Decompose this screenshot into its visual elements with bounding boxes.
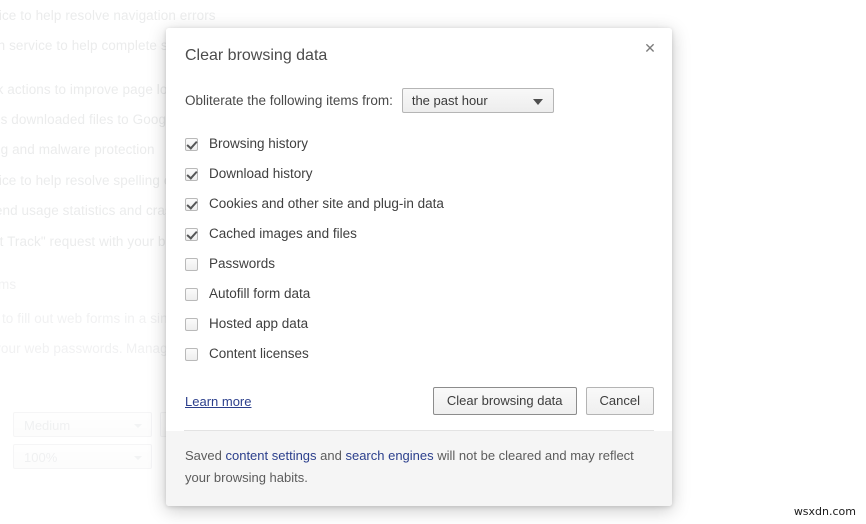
background-text-line: us downloaded files to Google (0, 112, 177, 127)
checkbox-label: Passwords (209, 256, 276, 271)
chevron-down-icon (532, 99, 543, 105)
checkbox-row[interactable]: Hosted app data (185, 309, 654, 339)
background-dropdown-value: 100% (24, 450, 58, 465)
chevron-down-icon (134, 456, 142, 460)
checkbox-checked-icon[interactable] (185, 167, 198, 181)
timeframe-selected-value: the past hour (411, 93, 488, 108)
checkbox-label: Hosted app data (209, 316, 309, 331)
checkbox-unchecked-icon[interactable] (185, 257, 198, 271)
checkbox-row[interactable]: Cached images and files (185, 219, 654, 249)
checkbox-unchecked-icon[interactable] (185, 347, 198, 361)
checkbox-label: Cached images and files (209, 226, 357, 241)
checkbox-row[interactable]: Cookies and other site and plug-in data (185, 189, 654, 219)
checkbox-checked-icon[interactable] (185, 227, 198, 241)
footer-note-part2: and (316, 448, 346, 463)
background-text-line: ng and malware protection (0, 142, 155, 157)
timeframe-label: Obliterate the following items from: (185, 93, 393, 108)
checkbox-row[interactable]: Browsing history (185, 129, 654, 159)
checkbox-row[interactable]: Download history (185, 159, 654, 189)
footer-note-part1: Saved (185, 448, 226, 463)
checkbox-label: Download history (209, 166, 313, 181)
checkbox-checked-icon[interactable] (185, 137, 198, 151)
clear-browsing-data-button[interactable]: Clear browsing data (432, 387, 577, 415)
checkbox-row[interactable]: Autofill form data (185, 279, 654, 309)
dialog-buttons: Clear browsing data Cancel (432, 387, 654, 415)
learn-more-link[interactable]: Learn more (185, 394, 251, 409)
background-text-line: vice to help resolve navigation errors (0, 8, 216, 23)
data-type-checkbox-list: Browsing history Download history Cookies … (185, 129, 654, 369)
dialog-title: Clear browsing data (185, 47, 328, 64)
chevron-down-icon (134, 424, 142, 428)
checkbox-label: Autofill form data (209, 286, 311, 301)
timeframe-select[interactable]: the past hour (401, 88, 554, 113)
checkbox-unchecked-icon[interactable] (185, 287, 198, 301)
timeframe-row: Obliterate the following items from: the… (185, 88, 654, 113)
search-engines-link[interactable]: search engines (345, 448, 433, 463)
checkbox-checked-icon[interactable] (185, 197, 198, 211)
background-dropdown-value: Medium (24, 418, 71, 433)
clear-browsing-data-dialog: ✕ Clear browsing data Obliterate the fol… (166, 28, 672, 506)
close-icon[interactable]: ✕ (641, 40, 659, 58)
dialog-action-row: Learn more Clear browsing data Cancel (184, 369, 654, 431)
background-dropdown[interactable]: Medium (13, 412, 152, 437)
background-text-line: your web passwords. (0, 341, 123, 356)
checkbox-row[interactable]: Content licenses (185, 339, 654, 369)
dialog-body: ✕ Clear browsing data Obliterate the fol… (166, 28, 672, 431)
cancel-button[interactable]: Cancel (585, 387, 654, 415)
checkbox-label: Content licenses (209, 346, 309, 361)
content-settings-link[interactable]: content settings (225, 448, 316, 463)
watermark: wsxdn.com (793, 505, 856, 518)
dialog-footer-note: Saved content settings and search engine… (166, 431, 672, 506)
checkbox-row[interactable]: Passwords (185, 249, 654, 279)
background-text-line: ms (0, 277, 17, 292)
background-dropdown[interactable]: 100% (13, 444, 152, 469)
checkbox-unchecked-icon[interactable] (185, 317, 198, 331)
checkbox-label: Cookies and other site and plug-in data (209, 196, 444, 211)
checkbox-label: Browsing history (209, 136, 309, 151)
